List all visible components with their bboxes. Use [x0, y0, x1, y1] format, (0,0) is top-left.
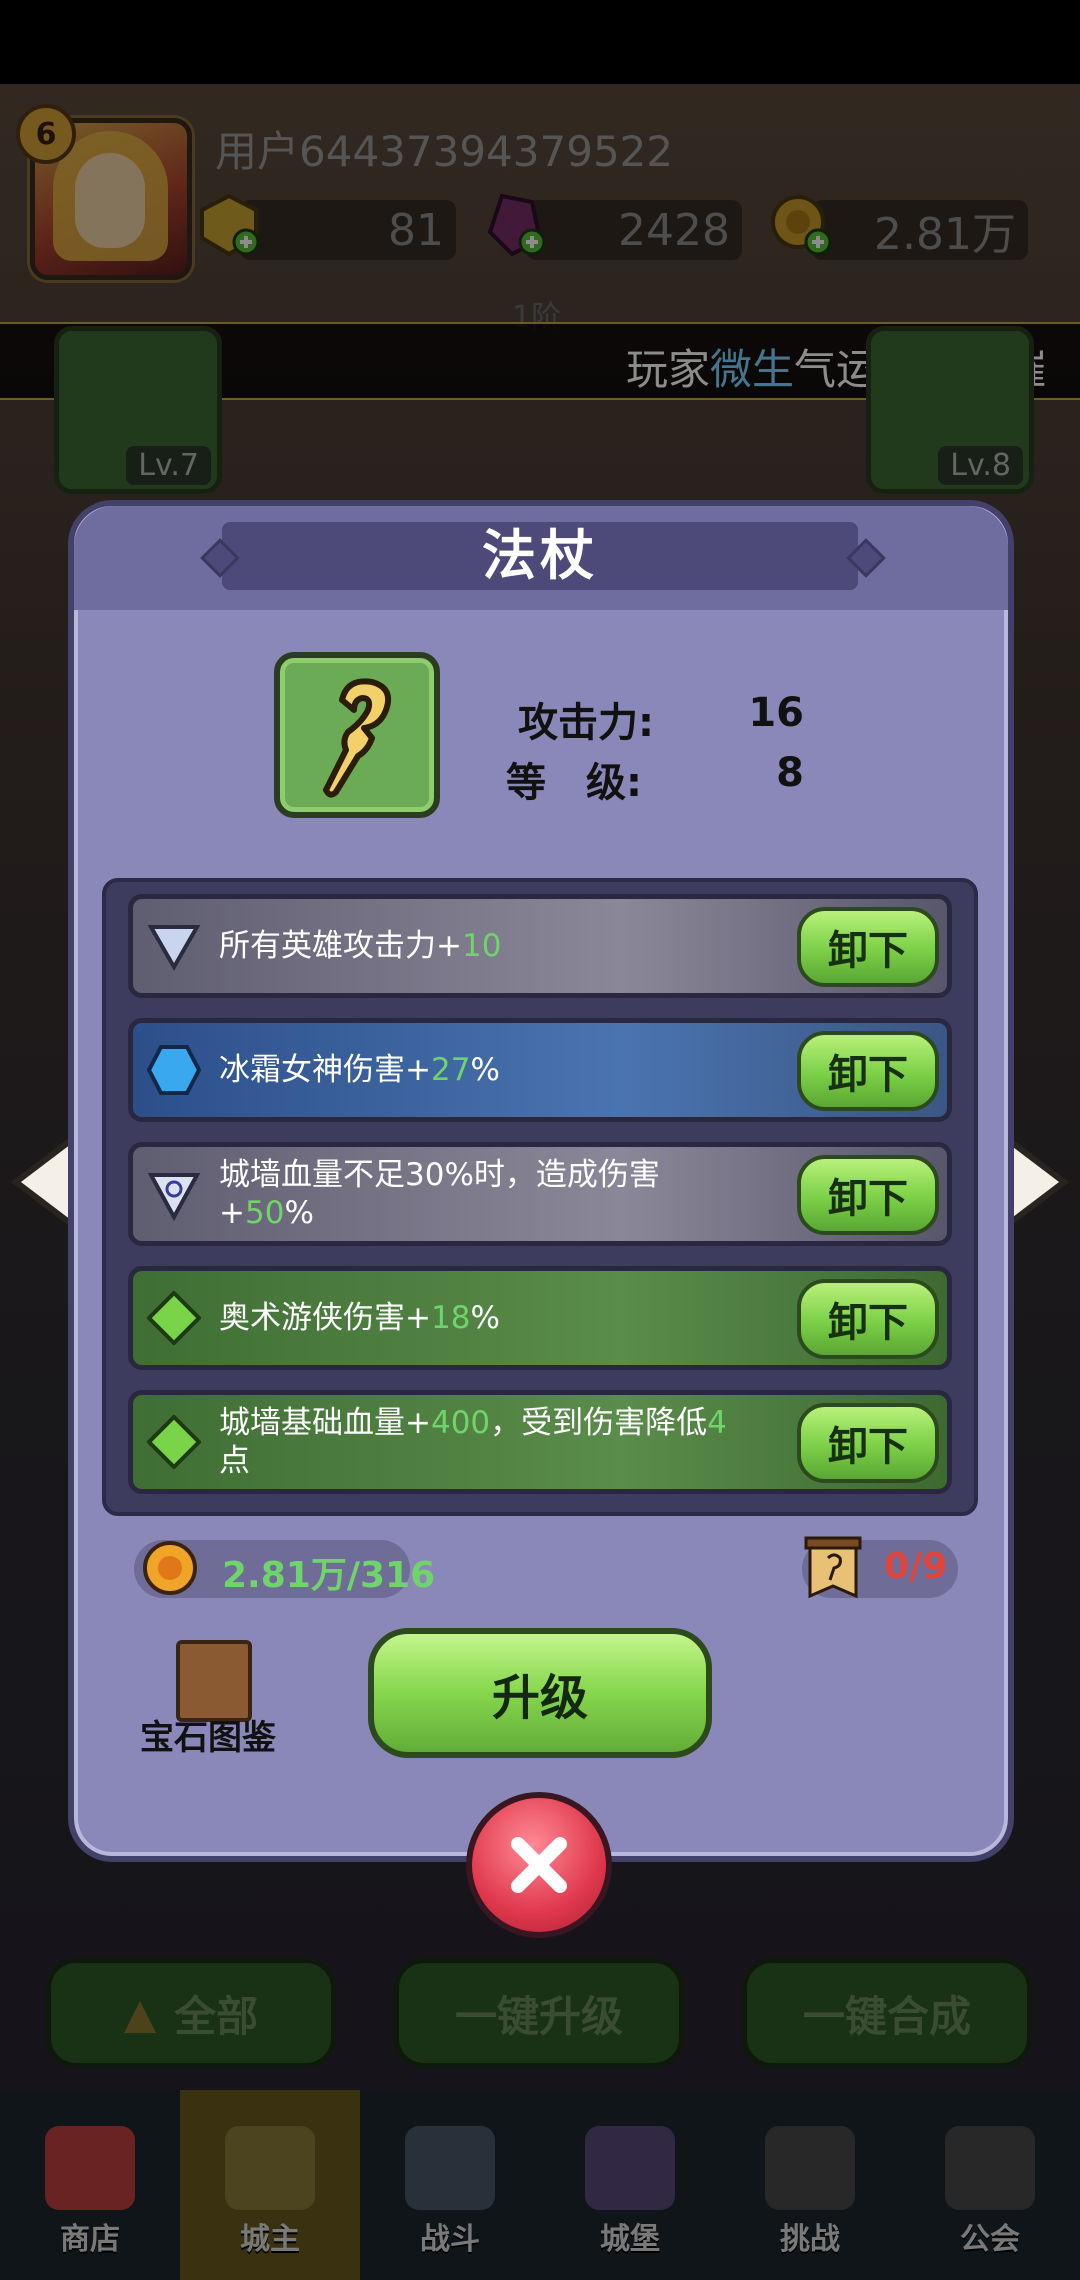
gem-row: 奥术游侠伤害+18% 卸下	[128, 1266, 952, 1370]
upgrade-cost: 2.81万/316	[222, 1555, 436, 1596]
status-bar	[0, 0, 1080, 84]
level-value: 8	[776, 750, 804, 796]
staff-icon	[323, 678, 392, 798]
gem-effect-text: 所有英雄攻击力+10	[219, 928, 502, 964]
staff-scroll-icon	[804, 1536, 862, 1599]
attack-label: 攻击力:	[518, 700, 654, 746]
gem-book-label[interactable]: 宝石图鉴	[140, 1710, 276, 1759]
swirl-shield-gem-icon	[147, 1173, 201, 1221]
item-frame	[274, 652, 440, 818]
silver-triangle-gem-icon	[147, 925, 201, 972]
gem-effect-text: 城墙基础血量+400，受到伤害降低4点	[219, 1405, 727, 1479]
green-diamond-gem-icon	[147, 1291, 201, 1345]
gem-row: 冰霜女神伤害+27% 卸下	[128, 1018, 952, 1122]
close-button[interactable]	[466, 1792, 612, 1938]
unequip-button[interactable]: 卸下	[797, 1155, 939, 1235]
unequip-button[interactable]: 卸下	[797, 907, 939, 987]
gem-effect-text: 奥术游侠伤害+18%	[219, 1300, 500, 1336]
unequip-button[interactable]: 卸下	[797, 1403, 939, 1483]
level-label: 等 级:	[506, 760, 642, 806]
blue-hexagon-gem-icon	[147, 1045, 201, 1095]
gem-effect-text: 冰霜女神伤害+27%	[219, 1052, 500, 1088]
gem-row: 所有英雄攻击力+10 卸下	[128, 894, 952, 998]
close-icon	[511, 1837, 567, 1893]
green-diamond-gem-icon	[147, 1415, 201, 1469]
modal-title: 法杖	[482, 524, 598, 587]
gem-row: 城墙血量不足30%时，造成伤害+50% 卸下	[128, 1142, 952, 1246]
gold-coin-icon	[143, 1541, 197, 1595]
gem-effect-text: 城墙血量不足30%时，造成伤害+50%	[219, 1157, 660, 1231]
unequip-button[interactable]: 卸下	[797, 1279, 939, 1359]
gem-row: 城墙基础血量+400，受到伤害降低4点 卸下	[128, 1390, 952, 1494]
upgrade-button[interactable]: 升级	[368, 1628, 712, 1758]
unequip-button[interactable]: 卸下	[797, 1031, 939, 1111]
attack-value: 16	[748, 690, 804, 736]
scroll-count: 0/9	[884, 1546, 948, 1587]
